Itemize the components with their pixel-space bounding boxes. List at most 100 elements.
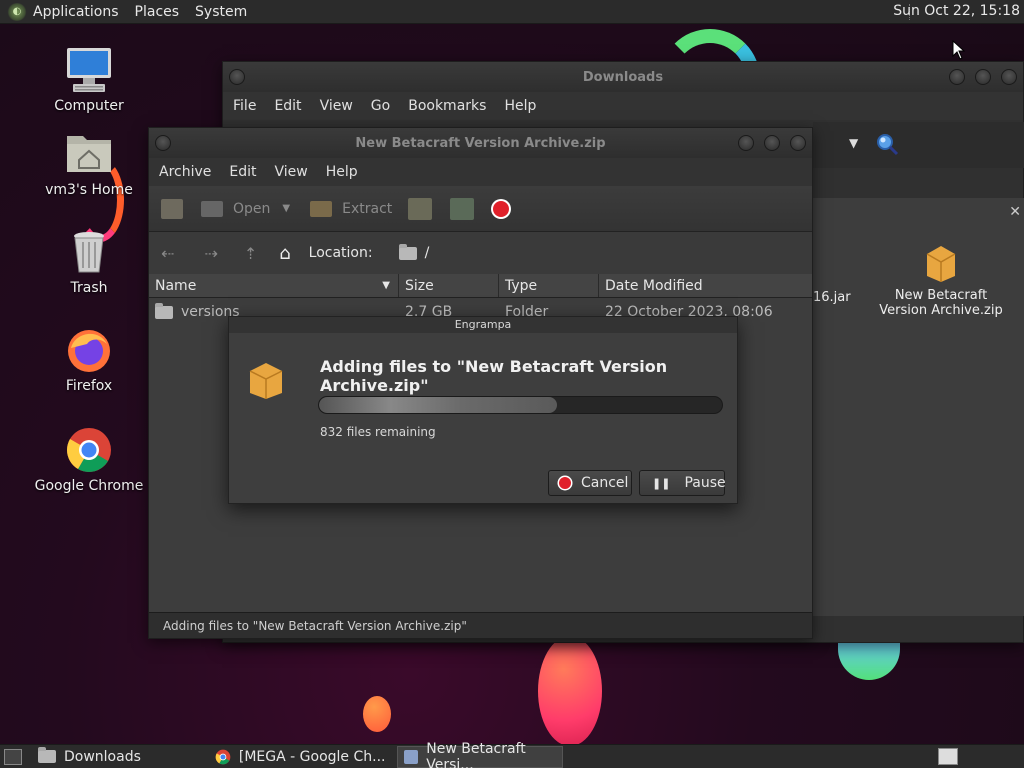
location-value: /	[424, 245, 430, 261]
maximize-button[interactable]	[764, 135, 780, 151]
chevron-down-icon[interactable]: ▼	[849, 136, 858, 150]
taskbar-item-chrome[interactable]: [MEGA - Google Ch...	[209, 746, 392, 768]
column-date-modified[interactable]: Date Modified	[599, 274, 812, 297]
desktop-icon-home[interactable]: vm3's Home	[29, 130, 149, 198]
location-field[interactable]: /	[398, 239, 779, 267]
clock[interactable]: Sun Oct 22, 15:18	[893, 3, 1020, 19]
progress-bar	[318, 396, 723, 414]
add-files-icon[interactable]	[408, 197, 433, 220]
minimize-button[interactable]	[949, 69, 965, 85]
column-header: Name ▼ Size Type Date Modified	[149, 274, 812, 298]
home-folder-icon	[65, 130, 113, 178]
menu-edit[interactable]: Edit	[274, 98, 301, 114]
folder-icon	[38, 747, 56, 763]
menu-archive[interactable]: Archive	[159, 164, 211, 180]
pause-icon: ❚❚	[652, 476, 671, 490]
open-icon	[201, 200, 223, 217]
downloads-file-view: ✕ 16.jar New Betacraft Version Archive.z…	[813, 198, 1024, 616]
stop-icon	[557, 475, 573, 491]
column-name[interactable]: Name ▼	[149, 274, 399, 297]
chrome-icon	[215, 749, 231, 764]
open-button[interactable]: Open	[233, 201, 270, 217]
menu-help[interactable]: Help	[504, 98, 536, 114]
files-remaining: 832 files remaining	[320, 425, 436, 439]
extract-button[interactable]: Extract	[342, 201, 392, 217]
menu-view[interactable]: View	[320, 98, 353, 114]
menu-file[interactable]: File	[233, 98, 256, 114]
search-icon[interactable]	[875, 132, 899, 156]
column-size[interactable]: Size	[399, 274, 499, 297]
pause-button[interactable]: ❚❚ Pause	[639, 470, 726, 496]
archive-package-icon	[249, 363, 283, 399]
desktop-icon-trash[interactable]: Trash	[29, 228, 149, 296]
dialog-heading: Adding files to "New Betacraft Version A…	[320, 357, 668, 395]
taskbar-item-downloads[interactable]: Downloads	[32, 746, 147, 768]
folder-icon	[155, 302, 173, 319]
show-desktop-icon[interactable]	[4, 748, 22, 765]
computer-icon	[65, 46, 113, 94]
close-button[interactable]	[790, 135, 806, 151]
desktop-icon-computer[interactable]: Computer	[29, 46, 149, 114]
desktop-icon-label: vm3's Home	[45, 182, 133, 198]
archive-toolbar: Open ▼ Extract	[149, 186, 812, 232]
desktop-icon-label: Firefox	[65, 378, 113, 394]
location-bar: ⇠ ⇢ ⇡ ⌂ Location: /	[149, 232, 812, 274]
chevron-down-icon[interactable]: ▼	[282, 203, 290, 214]
status-bar: Adding files to "New Betacraft Version A…	[149, 612, 812, 638]
location-label: Location:	[308, 245, 373, 261]
cancel-button[interactable]: Cancel	[548, 470, 632, 496]
progress-dialog: Engrampa Adding files to "New Betacraft …	[228, 316, 738, 504]
archive-menubar: Archive Edit View Help	[149, 158, 812, 186]
folder-icon	[398, 243, 417, 260]
distro-logo-icon[interactable]: ◐	[7, 2, 27, 21]
window-title: New Betacraft Version Archive.zip	[355, 135, 606, 151]
close-button[interactable]	[1001, 69, 1017, 85]
column-type[interactable]: Type	[499, 274, 599, 297]
file-item[interactable]: New Betacraft Version Archive.zip	[871, 242, 1011, 318]
taskbar: Downloads [MEGA - Google Ch... New Betac…	[0, 741, 1024, 768]
progress-fill	[319, 397, 557, 413]
top-panel: ◐ Applications Places System Sun Oct 22,…	[0, 0, 1024, 24]
file-item[interactable]: 16.jar	[813, 290, 851, 305]
archive-file-icon	[926, 246, 956, 282]
taskbar-item-archive[interactable]: New Betacraft Versi...	[397, 741, 564, 768]
decor-blob	[363, 696, 391, 732]
maximize-button[interactable]	[975, 69, 991, 85]
decor-blob	[538, 636, 602, 744]
desktop-icon-label: Google Chrome	[34, 478, 144, 494]
menu-edit[interactable]: Edit	[229, 164, 256, 180]
desktop-icon-firefox[interactable]: Firefox	[29, 326, 149, 394]
menu-bookmarks[interactable]: Bookmarks	[408, 98, 486, 114]
menu-help[interactable]: Help	[326, 164, 358, 180]
menu-applications[interactable]: Applications	[33, 4, 119, 20]
home-icon[interactable]: ⌂	[279, 243, 290, 264]
new-archive-icon[interactable]	[161, 198, 183, 219]
downloads-toolbar: ▼	[813, 122, 1024, 168]
back-icon[interactable]: ⇠	[161, 244, 174, 263]
menu-view[interactable]: View	[275, 164, 308, 180]
window-menu-button[interactable]	[155, 135, 171, 151]
up-icon[interactable]: ⇡	[244, 244, 257, 263]
firefox-icon	[65, 326, 113, 374]
desktop-icon-label: Trash	[70, 280, 108, 296]
close-tab-icon[interactable]: ✕	[1009, 204, 1021, 220]
forward-icon[interactable]: ⇢	[204, 244, 217, 263]
extract-icon	[310, 200, 333, 217]
archive-manager-icon	[404, 749, 419, 764]
archive-titlebar[interactable]: New Betacraft Version Archive.zip	[149, 128, 812, 158]
sort-desc-icon: ▼	[382, 280, 390, 291]
desktop-icon-label: Computer	[54, 98, 124, 114]
dialog-title[interactable]: Engrampa	[229, 317, 737, 333]
window-menu-button[interactable]	[229, 69, 245, 85]
menu-system[interactable]: System	[195, 4, 247, 20]
desktop-icon-chrome[interactable]: Google Chrome	[29, 426, 149, 494]
stop-icon[interactable]	[490, 198, 512, 220]
mouse-cursor-icon	[952, 40, 966, 60]
add-folder-icon[interactable]	[450, 197, 475, 220]
menu-places[interactable]: Places	[135, 4, 180, 20]
menu-go[interactable]: Go	[371, 98, 390, 114]
minimize-button[interactable]	[738, 135, 754, 151]
downloads-menubar: File Edit View Go Bookmarks Help	[223, 92, 1023, 120]
downloads-titlebar[interactable]: Downloads	[223, 62, 1023, 92]
notification-icon[interactable]	[938, 748, 958, 765]
